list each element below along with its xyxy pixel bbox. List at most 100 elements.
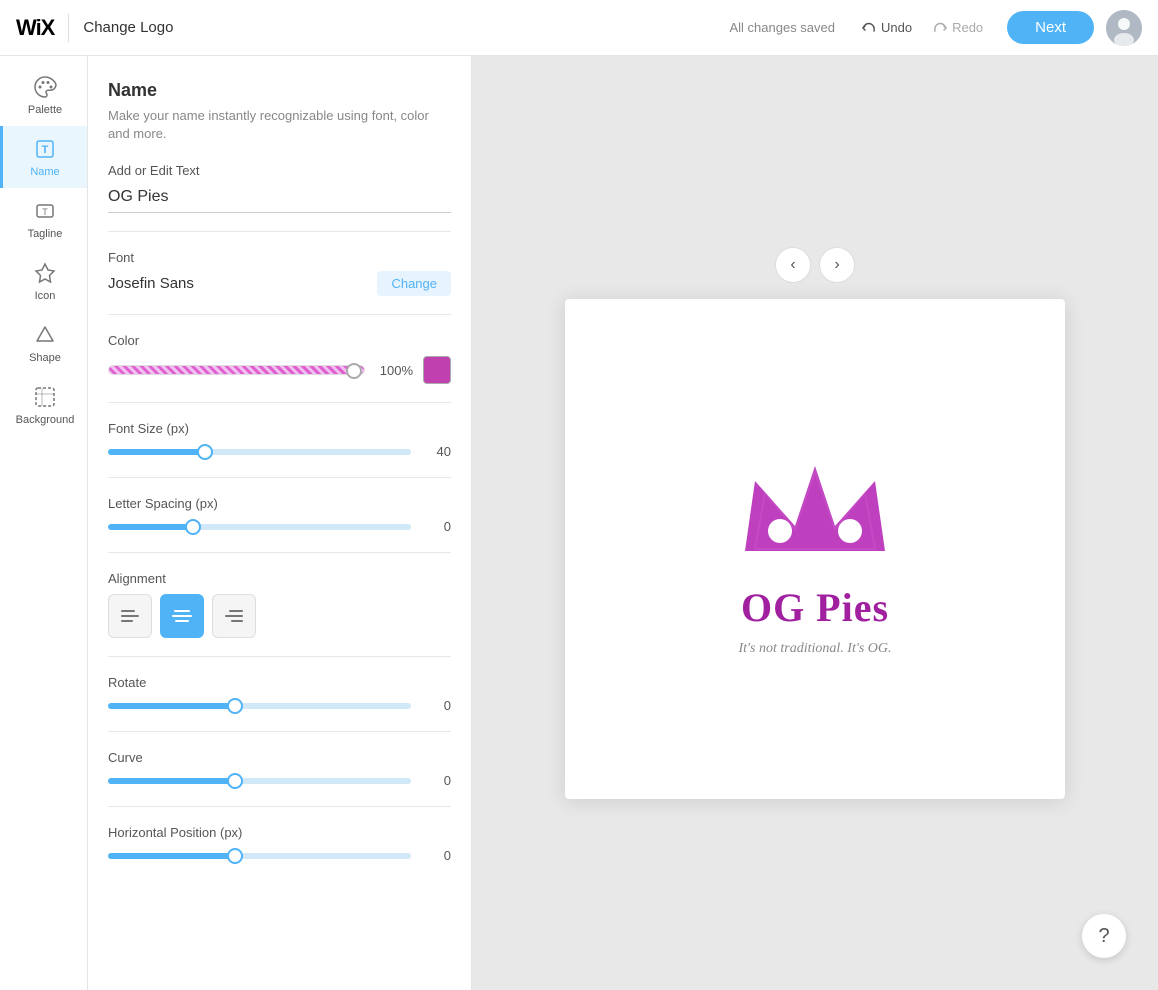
- font-size-group: Font Size (px) 40: [108, 421, 451, 459]
- font-size-slider-row: 40: [108, 444, 451, 459]
- sidebar-item-tagline[interactable]: T Tagline: [0, 188, 87, 250]
- divider-3: [108, 402, 451, 403]
- sidebar-palette-label: Palette: [28, 104, 62, 116]
- curve-slider-thumb[interactable]: [227, 773, 243, 789]
- font-size-label: Font Size (px): [108, 421, 451, 436]
- palette-icon: [32, 74, 58, 100]
- crown-logo-icon: [725, 441, 905, 571]
- color-label: Color: [108, 333, 451, 348]
- sidebar-icon-label: Icon: [35, 290, 56, 302]
- tagline-icon: T: [32, 198, 58, 224]
- align-right-button[interactable]: [212, 594, 256, 638]
- horizontal-pos-value: 0: [421, 848, 451, 863]
- font-group: Font Josefin Sans Change: [108, 250, 451, 296]
- sidebar-background-label: Background: [16, 414, 75, 426]
- divider-6: [108, 656, 451, 657]
- font-label: Font: [108, 250, 451, 265]
- divider-8: [108, 806, 451, 807]
- sidebar-name-label: Name: [30, 166, 59, 178]
- main-area: Palette T Name T Tagline: [0, 56, 1158, 990]
- font-size-slider-thumb[interactable]: [197, 444, 213, 460]
- divider-7: [108, 731, 451, 732]
- options-panel: Name Make your name instantly recognizab…: [88, 56, 472, 990]
- curve-group: Curve 0: [108, 750, 451, 788]
- horizontal-pos-slider-row: 0: [108, 848, 451, 863]
- divider-2: [108, 314, 451, 315]
- letter-spacing-slider-row: 0: [108, 519, 451, 534]
- font-size-value: 40: [421, 444, 451, 459]
- horizontal-pos-group: Horizontal Position (px) 0: [108, 825, 451, 863]
- sidebar-shape-label: Shape: [29, 352, 61, 364]
- align-right-icon: [224, 606, 244, 626]
- sidebar-tagline-label: Tagline: [28, 228, 63, 240]
- curve-slider-row: 0: [108, 773, 451, 788]
- rotate-value: 0: [421, 698, 451, 713]
- divider-4: [108, 477, 451, 478]
- svg-text:T: T: [42, 207, 48, 217]
- sidebar-item-palette[interactable]: Palette: [0, 64, 87, 126]
- rotate-slider-thumb[interactable]: [227, 698, 243, 714]
- background-icon: [32, 384, 58, 410]
- font-row: Josefin Sans Change: [108, 271, 451, 296]
- align-center-icon: [172, 606, 192, 626]
- header: WiX Change Logo All changes saved Undo R…: [0, 0, 1158, 56]
- color-swatch[interactable]: [423, 356, 451, 384]
- letter-spacing-slider-track[interactable]: [108, 524, 411, 530]
- help-button[interactable]: ?: [1082, 914, 1126, 958]
- letter-spacing-group: Letter Spacing (px) 0: [108, 496, 451, 534]
- logo-icon-area: [725, 441, 905, 576]
- redo-button[interactable]: Redo: [924, 16, 991, 40]
- wix-logo: WiX: [16, 15, 54, 41]
- logo-tagline: It's not traditional. It's OG.: [739, 641, 892, 657]
- divider-1: [108, 231, 451, 232]
- header-undo-redo: Undo Redo: [853, 16, 991, 40]
- name-text-icon: T: [32, 136, 58, 162]
- horizontal-pos-slider-track[interactable]: [108, 853, 411, 859]
- align-left-button[interactable]: [108, 594, 152, 638]
- alignment-label: Alignment: [108, 571, 451, 586]
- sidebar-item-background[interactable]: Background: [0, 374, 87, 436]
- letter-spacing-slider-thumb[interactable]: [185, 519, 201, 535]
- alignment-group: Alignment: [108, 571, 451, 638]
- preview-nav: ‹ ›: [775, 247, 855, 283]
- header-saved-status: All changes saved: [729, 20, 835, 35]
- letter-spacing-label: Letter Spacing (px): [108, 496, 451, 511]
- color-slider-thumb[interactable]: [346, 363, 362, 379]
- color-slider-track[interactable]: [108, 365, 365, 375]
- shape-icon: [32, 322, 58, 348]
- undo-button[interactable]: Undo: [853, 16, 920, 40]
- curve-value: 0: [421, 773, 451, 788]
- svg-text:T: T: [42, 144, 49, 156]
- logo-text-input[interactable]: [108, 184, 451, 213]
- alignment-row: [108, 594, 451, 638]
- sidebar-item-name[interactable]: T Name: [0, 126, 87, 188]
- redo-icon: [932, 20, 948, 36]
- curve-slider-track[interactable]: [108, 778, 411, 784]
- undo-icon: [861, 20, 877, 36]
- preview-prev-button[interactable]: ‹: [775, 247, 811, 283]
- align-center-button[interactable]: [160, 594, 204, 638]
- color-row: 100%: [108, 356, 451, 384]
- rotate-label: Rotate: [108, 675, 451, 690]
- horizontal-pos-slider-thumb[interactable]: [227, 848, 243, 864]
- preview-next-button[interactable]: ›: [819, 247, 855, 283]
- curve-label: Curve: [108, 750, 451, 765]
- rotate-slider-track[interactable]: [108, 703, 411, 709]
- panel-subtitle: Make your name instantly recognizable us…: [108, 107, 451, 143]
- font-change-button[interactable]: Change: [377, 271, 451, 296]
- panel-title: Name: [108, 80, 451, 101]
- font-size-slider-track[interactable]: [108, 449, 411, 455]
- font-name: Josefin Sans: [108, 275, 194, 292]
- letter-spacing-value: 0: [421, 519, 451, 534]
- logo-title: OG Pies: [741, 584, 889, 631]
- sidebar-item-icon[interactable]: Icon: [0, 250, 87, 312]
- icon-icon: [32, 260, 58, 286]
- text-field-label: Add or Edit Text: [108, 163, 451, 178]
- color-group: Color 100%: [108, 333, 451, 384]
- color-percentage: 100%: [375, 363, 413, 378]
- header-divider: [68, 14, 69, 42]
- sidebar-item-shape[interactable]: Shape: [0, 312, 87, 374]
- next-button[interactable]: Next: [1007, 11, 1094, 44]
- horizontal-pos-label: Horizontal Position (px): [108, 825, 451, 840]
- text-field-group: Add or Edit Text: [108, 163, 451, 213]
